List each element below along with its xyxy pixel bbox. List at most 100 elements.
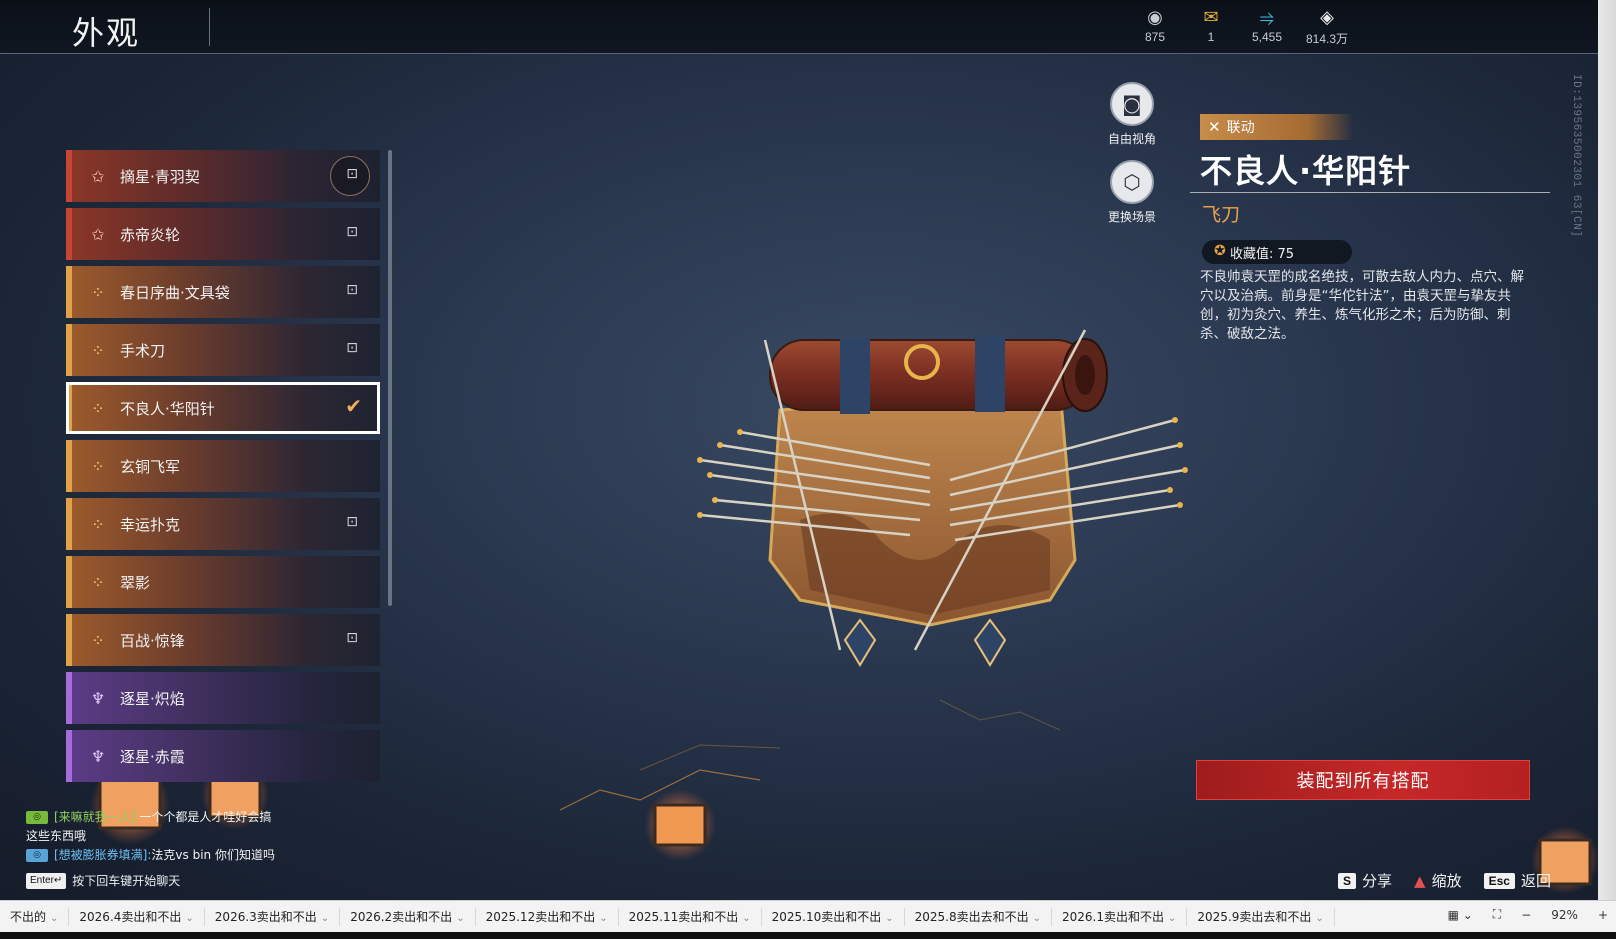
chevron-down-icon[interactable]: ⌄	[1033, 913, 1041, 924]
skin-item[interactable]: ⁘ 百战·惊锋 ⊡	[66, 614, 380, 666]
currency-bar: ◉ 875 ✉ 1 ⥤ 5,455 ◈ 814.3万	[1138, 8, 1348, 47]
sheet-tab-label: 2025.11卖出和不出	[628, 909, 739, 924]
sheet-tab[interactable]: 2025.9卖出去和不出 ⌄	[1187, 907, 1335, 926]
collection-value: ✪ 收藏值: 75	[1202, 240, 1352, 264]
item-name: 不良人·华阳针	[1200, 152, 1412, 190]
collab-badge-label: 联动	[1226, 120, 1255, 136]
key-hint-back[interactable]: Esc 返回	[1483, 870, 1551, 891]
equip-all-button[interactable]: 装配到所有搭配	[1196, 760, 1530, 800]
rarity-star-icon: ♆	[90, 688, 106, 708]
collection-icon: ✪	[1214, 243, 1226, 259]
skin-item[interactable]: ✩ 赤帝炎轮 ⊡	[66, 208, 380, 260]
chevron-down-icon[interactable]: ⌄	[1315, 913, 1323, 924]
key-hint-label: 返回	[1520, 872, 1551, 890]
sheet-tab-label: 2026.4卖出和不出	[79, 909, 182, 924]
skin-name: 手术刀	[120, 341, 166, 360]
currency-amount: 5,455	[1251, 30, 1283, 44]
key-icon: Esc	[1483, 872, 1515, 889]
skin-name: 幸运扑克	[120, 515, 181, 534]
skin-item[interactable]: ♆ 逐星·赤霞	[66, 730, 380, 782]
currency-amount: 814.3万	[1306, 32, 1349, 46]
sheet-tab[interactable]: 2026.1卖出和不出 ⌄	[1052, 907, 1188, 926]
sheet-tab[interactable]: 2025.8卖出去和不出 ⌄	[905, 907, 1053, 926]
sheet-tab-label: 2026.3卖出和不出	[214, 909, 317, 924]
rarity-star-icon: ⁘	[91, 630, 105, 650]
needle-pouch-model	[768, 388, 1077, 627]
top-bar: 外观 ◉ 875 ✉ 1 ⥤ 5,455 ◈ 814.3万	[0, 0, 1598, 54]
chat-enter-hint[interactable]: Enter↵ 按下回车键开始聊天	[26, 872, 180, 889]
skin-item[interactable]: ♆ 逐星·炽焰	[66, 672, 380, 724]
browser-tabbar: 不出的 ⌄ 2026.4卖出和不出 ⌄ 2026.3卖出和不出 ⌄ 2026.2卖出和不出 ⌄…	[0, 900, 1616, 932]
currency-item: ✉ 1	[1194, 8, 1228, 47]
sheet-tab[interactable]: 不出的 ⌄	[0, 907, 70, 926]
skin-item[interactable]: ⁘ 不良人·华阳针 ✔	[66, 382, 380, 434]
player-id: ID:1395635002301 63[CN]	[1570, 74, 1582, 238]
item-description: 不良帅袁天罡的成名绝技，可散去敌人内力、点穴、解穴以及治病。前身是“华佗针法”，…	[1200, 269, 1524, 342]
chat-message-cont: 这些东西哦	[26, 827, 275, 846]
camera-icon: ◙	[1110, 82, 1154, 126]
sheet-tab[interactable]: 2025.11卖出和不出 ⌄	[619, 907, 762, 926]
free-view-button[interactable]: ◙ 自由视角	[1108, 82, 1156, 147]
free-view-label: 自由视角	[1108, 132, 1157, 146]
key-hint-label: 缩放	[1431, 872, 1462, 890]
sheet-tab[interactable]: 2025.10卖出和不出 ⌄	[762, 907, 905, 926]
chat-enter-label: 按下回车键开始聊天	[72, 874, 181, 888]
key-hint-zoom[interactable]: ▲ 缩放	[1414, 870, 1462, 891]
fullscreen-icon[interactable]: ⛶	[1493, 907, 1501, 922]
skin-name: 逐星·炽焰	[120, 689, 185, 708]
skin-list-scrollbar[interactable]	[388, 150, 392, 606]
skin-item[interactable]: ⁘ 玄铜飞军	[66, 440, 380, 492]
chevron-down-icon[interactable]: ⌄	[1168, 913, 1176, 924]
chevron-down-icon[interactable]: ⌄	[456, 913, 464, 924]
currency-amount: 875	[1144, 30, 1166, 44]
zoom-in-button[interactable]: +	[1598, 908, 1608, 922]
mouse-icon: ▲	[1414, 871, 1426, 890]
key-icon: S	[1338, 872, 1357, 889]
skin-item[interactable]: ⁘ 春日序曲·文具袋 ⊡	[66, 266, 380, 318]
rarity-star-icon: ⁘	[91, 398, 105, 418]
sheet-tab[interactable]: 2026.4卖出和不出 ⌄	[69, 907, 205, 926]
sheet-tab-label: 2026.1卖出和不出	[1062, 909, 1165, 924]
chevron-down-icon[interactable]: ⌄	[185, 913, 193, 924]
skin-item[interactable]: ✩ 摘星·青羽契 ⊡	[66, 150, 380, 202]
chevron-down-icon[interactable]: ⌄	[885, 913, 893, 924]
chevron-down-icon[interactable]: ⌄	[599, 913, 607, 924]
chevron-down-icon[interactable]: ⌄	[742, 913, 750, 924]
sheet-tab-label: 2025.8卖出去和不出	[914, 909, 1029, 924]
rarity-star-icon: ⁘	[91, 282, 105, 302]
skin-name: 玄铜飞军	[120, 457, 181, 476]
check-icon: ✔	[345, 394, 362, 418]
skin-name: 摘星·青羽契	[120, 167, 200, 186]
collection-value-label: 收藏值: 75	[1230, 246, 1295, 262]
rarity-star-icon: ⁘	[91, 572, 105, 592]
team-channel-icon: ◎	[26, 849, 48, 862]
skin-item[interactable]: ⁘ 翠影	[66, 556, 380, 608]
sheet-tab[interactable]: 2025.12卖出和不出 ⌄	[476, 907, 619, 926]
window-edge	[1598, 0, 1616, 900]
sheet-tab-label: 2026.2卖出和不出	[350, 909, 453, 924]
change-scene-button[interactable]: ⬡ 更换场景	[1108, 160, 1156, 225]
rarity-star-icon: ⁘	[91, 514, 105, 534]
bottom-edge	[0, 932, 1616, 939]
skin-name: 赤帝炎轮	[120, 225, 181, 244]
chevron-down-icon[interactable]: ⌄	[50, 913, 58, 924]
lock-icon: ⊡	[346, 340, 358, 356]
skin-item[interactable]: ⁘ 手术刀 ⊡	[66, 324, 380, 376]
rarity-star-icon: ✩	[91, 224, 105, 244]
chevron-down-icon[interactable]: ⌄	[321, 913, 329, 924]
grid-view-icon[interactable]: ▦ ⌄	[1448, 908, 1473, 922]
key-hint-share[interactable]: S 分享	[1338, 870, 1392, 891]
world-channel-icon: ◎	[26, 811, 48, 824]
sheet-tab-label: 2025.12卖出和不出	[485, 909, 596, 924]
game-viewport: 外观 ◉ 875 ✉ 1 ⥤ 5,455 ◈ 814.3万 ID:1395635002301 …	[0, 0, 1598, 900]
diamond-icon: ◈	[1320, 7, 1334, 28]
lock-icon: ⊡	[346, 630, 358, 646]
enter-key-icon: Enter↵	[26, 872, 67, 889]
skin-item[interactable]: ⁘ 幸运扑克 ⊡	[66, 498, 380, 550]
sheet-tab-label: 2025.10卖出和不出	[771, 909, 882, 924]
zoom-out-button[interactable]: −	[1521, 908, 1531, 922]
sheet-tab[interactable]: 2026.2卖出和不出 ⌄	[340, 907, 476, 926]
title-divider	[209, 8, 210, 46]
name-divider	[1190, 192, 1550, 193]
sheet-tab[interactable]: 2026.3卖出和不出 ⌄	[205, 907, 341, 926]
